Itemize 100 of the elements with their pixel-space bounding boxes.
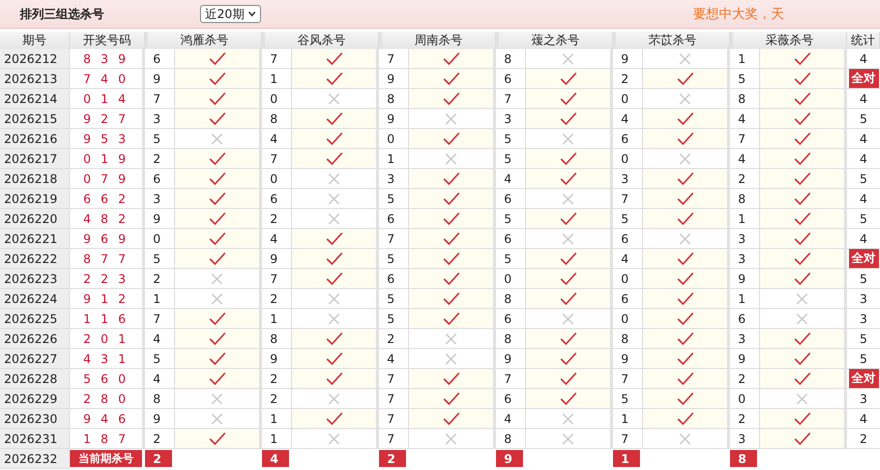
cross-icon — [796, 392, 808, 404]
check-icon — [560, 252, 576, 266]
kill-number: 2 — [145, 269, 175, 289]
check-icon — [794, 172, 810, 186]
check-icon — [560, 272, 576, 286]
check-icon — [208, 252, 226, 266]
draw-number: 9 2 7 — [70, 109, 145, 129]
kill-number: 2 — [262, 389, 292, 409]
period-cell: 2026213 — [0, 69, 70, 89]
check-icon — [560, 152, 576, 166]
check-icon — [560, 332, 576, 346]
kill-number: 0 — [262, 169, 292, 189]
kill-number: 7 — [145, 309, 175, 329]
check-icon — [794, 152, 810, 166]
check-icon — [208, 52, 226, 66]
kill-number: 6 — [496, 389, 526, 409]
draw-number: 9 4 6 — [70, 409, 145, 429]
cross-icon — [562, 312, 574, 324]
cross-icon — [328, 172, 340, 184]
kill-number: 8 — [262, 109, 292, 129]
check-icon — [676, 112, 694, 126]
kill-number: 4 — [730, 109, 760, 129]
kill-number: 1 — [262, 409, 292, 429]
kill-number: 2 — [262, 209, 292, 229]
kill-number: 0 — [730, 389, 760, 409]
kill-number: 5 — [379, 189, 409, 209]
kill-number: 9 — [379, 109, 409, 129]
all-correct-badge: 全对 — [848, 369, 878, 388]
check-icon — [676, 312, 694, 326]
kill-number: 9 — [730, 269, 760, 289]
current-kill-number: 2 — [145, 450, 172, 467]
column-header: 谷风杀号 — [262, 32, 379, 49]
kill-number: 7 — [262, 149, 292, 169]
period-cell: 2026212 — [0, 49, 70, 69]
check-icon — [560, 92, 576, 106]
column-header: 统计 — [847, 32, 880, 49]
cross-icon — [328, 312, 340, 324]
cross-icon — [328, 92, 340, 104]
kill-number: 4 — [145, 369, 175, 389]
draw-number: 2 0 1 — [70, 329, 145, 349]
cross-icon — [211, 392, 223, 404]
kill-number: 1 — [613, 409, 643, 429]
kill-number: 8 — [730, 89, 760, 109]
check-icon — [676, 412, 694, 426]
hit-count: 5 — [860, 172, 868, 186]
kill-number: 0 — [496, 269, 526, 289]
kill-number: 5 — [613, 389, 643, 409]
check-icon — [676, 372, 694, 386]
all-correct-badge: 全对 — [848, 69, 878, 88]
period-cell: 2026215 — [0, 109, 70, 129]
kill-number: 7 — [379, 409, 409, 429]
kill-number: 5 — [496, 149, 526, 169]
check-icon — [326, 152, 342, 166]
kill-number: 0 — [379, 129, 409, 149]
check-icon — [326, 72, 342, 86]
kill-number: 0 — [145, 229, 175, 249]
check-icon — [794, 332, 810, 346]
current-kill-label: 当前期杀号 — [70, 450, 142, 467]
kill-number: 8 — [613, 329, 643, 349]
kill-number: 1 — [730, 209, 760, 229]
kill-number: 7 — [496, 369, 526, 389]
kill-number: 0 — [613, 149, 643, 169]
column-header: 周南杀号 — [379, 32, 496, 49]
column-header: 期号 — [0, 32, 70, 49]
kill-number: 3 — [145, 189, 175, 209]
kill-number: 5 — [145, 129, 175, 149]
check-icon — [794, 112, 810, 126]
hit-count: 4 — [860, 192, 868, 206]
check-icon — [442, 372, 460, 386]
cross-icon — [211, 132, 223, 144]
check-icon — [208, 432, 226, 446]
kill-number: 6 — [379, 209, 409, 229]
check-icon — [560, 352, 576, 366]
cross-icon — [562, 52, 574, 64]
hit-count: 4 — [860, 152, 868, 166]
kill-number: 5 — [496, 249, 526, 269]
kill-number: 6 — [496, 229, 526, 249]
kill-number: 3 — [730, 429, 760, 449]
period-cell: 2026227 — [0, 349, 70, 369]
check-icon — [560, 72, 576, 86]
check-icon — [794, 52, 810, 66]
check-icon — [676, 292, 694, 306]
cross-icon — [679, 92, 691, 104]
check-icon — [208, 232, 226, 246]
check-icon — [326, 132, 342, 146]
kill-number: 0 — [613, 309, 643, 329]
check-icon — [442, 52, 460, 66]
check-icon — [560, 212, 576, 226]
cross-icon — [562, 232, 574, 244]
period-dropdown[interactable]: 近20期 — [200, 5, 262, 23]
draw-number: 9 6 9 — [70, 229, 145, 249]
check-icon — [560, 292, 576, 306]
kill-number: 6 — [145, 169, 175, 189]
kill-number: 6 — [262, 189, 292, 209]
check-icon — [326, 252, 342, 266]
kill-number: 3 — [379, 169, 409, 189]
draw-number: 0 7 9 — [70, 169, 145, 189]
period-cell: 2026223 — [0, 269, 70, 289]
period-cell: 2026232 — [0, 449, 70, 469]
hit-count: 4 — [860, 132, 868, 146]
